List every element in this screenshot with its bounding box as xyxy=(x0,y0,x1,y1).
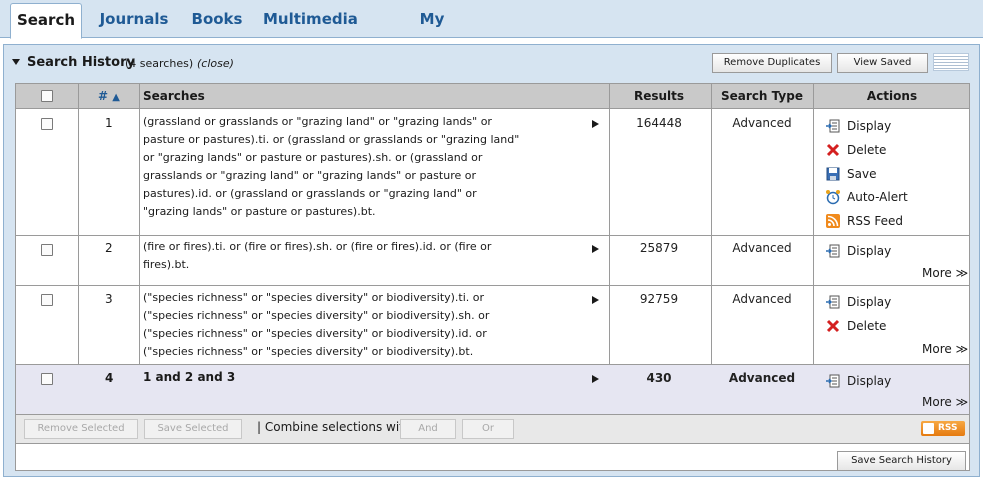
result-count[interactable]: 25879 xyxy=(609,241,709,255)
more-link[interactable]: More ≫ xyxy=(922,342,968,356)
main-tab-bar: Search Journals Books Multimedia My Work… xyxy=(0,0,983,61)
rss-icon xyxy=(923,423,934,434)
row-number: 4 xyxy=(105,371,114,385)
panel-header: Search History (4 searches) (close) Remo… xyxy=(4,45,979,82)
table-row: 1 (grassland or grasslands or "grazing l… xyxy=(16,109,969,236)
tab-books[interactable]: Books xyxy=(189,3,245,38)
display-action[interactable]: Display xyxy=(825,116,891,136)
display-label: Display xyxy=(847,374,892,388)
display-action[interactable]: Display xyxy=(825,292,891,312)
search-type: Advanced xyxy=(732,292,792,306)
delete-label: Delete xyxy=(847,319,887,333)
result-count[interactable]: 430 xyxy=(609,371,709,385)
search-query: (grassland or grasslands or "grazing lan… xyxy=(143,115,520,218)
tab-search[interactable]: Search xyxy=(10,3,82,39)
table-header: # ▲ Searches Results Search Type Actions xyxy=(16,84,969,109)
row-number: 2 xyxy=(105,241,113,255)
rss-icon xyxy=(826,213,840,228)
search-history-table: # ▲ Searches Results Search Type Actions… xyxy=(15,83,970,471)
tab-journals[interactable]: Journals xyxy=(95,3,173,38)
remove-selected-button[interactable]: Remove Selected xyxy=(24,419,138,439)
search-type: Advanced xyxy=(732,116,792,130)
expand-arrow-icon[interactable] xyxy=(592,375,599,383)
num-column-header[interactable]: # ▲ xyxy=(98,84,120,109)
display-icon xyxy=(826,295,840,308)
display-action[interactable]: Display xyxy=(825,241,891,261)
remove-duplicates-button[interactable]: Remove Duplicates xyxy=(712,53,832,73)
save-selected-button[interactable]: Save Selected xyxy=(144,419,242,439)
searches-column-header: Searches xyxy=(143,89,205,103)
delete-icon xyxy=(826,319,840,332)
more-link[interactable]: More ≫ xyxy=(922,266,968,280)
search-query: ("species richness" or "species diversit… xyxy=(143,291,490,358)
delete-label: Delete xyxy=(847,143,887,157)
result-count[interactable]: 164448 xyxy=(609,116,709,130)
table-row: 3 ("species richness" or "species divers… xyxy=(16,286,969,365)
alarm-clock-icon xyxy=(826,189,840,204)
auto-alert-action[interactable]: Auto-Alert xyxy=(825,187,908,207)
save-search-history-button[interactable]: Save Search History xyxy=(837,451,966,471)
search-type-column-header: Search Type xyxy=(721,89,803,103)
display-label: Display xyxy=(847,119,892,133)
rss-badge-button[interactable]: RSS xyxy=(921,421,965,436)
row-checkbox[interactable] xyxy=(41,373,53,385)
table-row: 4 1 and 2 and 3 430 Advanced Display Mor… xyxy=(16,365,969,415)
search-history-panel: Search History (4 searches) (close) Remo… xyxy=(3,44,980,477)
tab-multimedia[interactable]: Multimedia xyxy=(263,3,358,38)
display-icon xyxy=(826,244,840,257)
search-query: 1 and 2 and 3 xyxy=(143,370,236,384)
row-checkbox[interactable] xyxy=(41,244,53,256)
collapse-triangle-icon[interactable] xyxy=(12,59,20,65)
row-number: 3 xyxy=(105,292,113,306)
search-query: (fire or fires).ti. or (fire or fires).s… xyxy=(143,240,492,271)
delete-icon xyxy=(826,143,840,156)
delete-action[interactable]: Delete xyxy=(825,140,886,160)
combine-and-button[interactable]: And xyxy=(400,419,456,439)
save-action[interactable]: Save xyxy=(825,164,876,184)
num-header-label: # xyxy=(98,89,109,103)
rss-feed-label: RSS Feed xyxy=(847,214,904,228)
save-icon xyxy=(826,167,840,180)
search-type: Advanced xyxy=(728,371,796,385)
combine-or-button[interactable]: Or xyxy=(462,419,514,439)
display-label: Display xyxy=(847,244,892,258)
results-column-header: Results xyxy=(633,89,685,103)
actions-column-header: Actions xyxy=(866,89,918,103)
expand-arrow-icon[interactable] xyxy=(592,296,599,304)
selection-actions-row: Remove Selected Save Selected | Combine … xyxy=(16,415,969,444)
save-label: Save xyxy=(847,167,877,181)
display-label: Display xyxy=(847,295,892,309)
expand-arrow-icon[interactable] xyxy=(592,120,599,128)
table-row: 2 (fire or fires).ti. or (fire or fires)… xyxy=(16,236,969,286)
display-icon xyxy=(826,119,840,132)
expand-arrow-icon[interactable] xyxy=(592,245,599,253)
display-action[interactable]: Display xyxy=(825,371,891,391)
sort-ascending-icon: ▲ xyxy=(112,92,120,103)
row-checkbox[interactable] xyxy=(41,118,53,130)
search-count: (4 searches) xyxy=(125,57,194,70)
panel-title: Search History xyxy=(27,55,135,70)
rss-badge-label: RSS xyxy=(938,423,958,433)
auto-alert-label: Auto-Alert xyxy=(847,190,908,204)
close-link[interactable]: (close) xyxy=(197,57,234,70)
view-saved-button[interactable]: View Saved xyxy=(837,53,928,73)
more-link[interactable]: More ≫ xyxy=(922,395,968,409)
row-number: 1 xyxy=(105,116,113,130)
select-all-checkbox[interactable] xyxy=(41,90,53,102)
display-icon xyxy=(826,374,840,387)
combine-label: | Combine selections with: xyxy=(257,420,416,434)
tab-my-workspace[interactable]: My Workspace xyxy=(374,3,490,61)
delete-action[interactable]: Delete xyxy=(825,316,886,336)
row-checkbox[interactable] xyxy=(41,294,53,306)
search-type: Advanced xyxy=(732,241,792,255)
rss-feed-action[interactable]: RSS Feed xyxy=(825,211,903,231)
panel-grip-handle[interactable] xyxy=(933,53,969,71)
result-count[interactable]: 92759 xyxy=(609,292,709,306)
